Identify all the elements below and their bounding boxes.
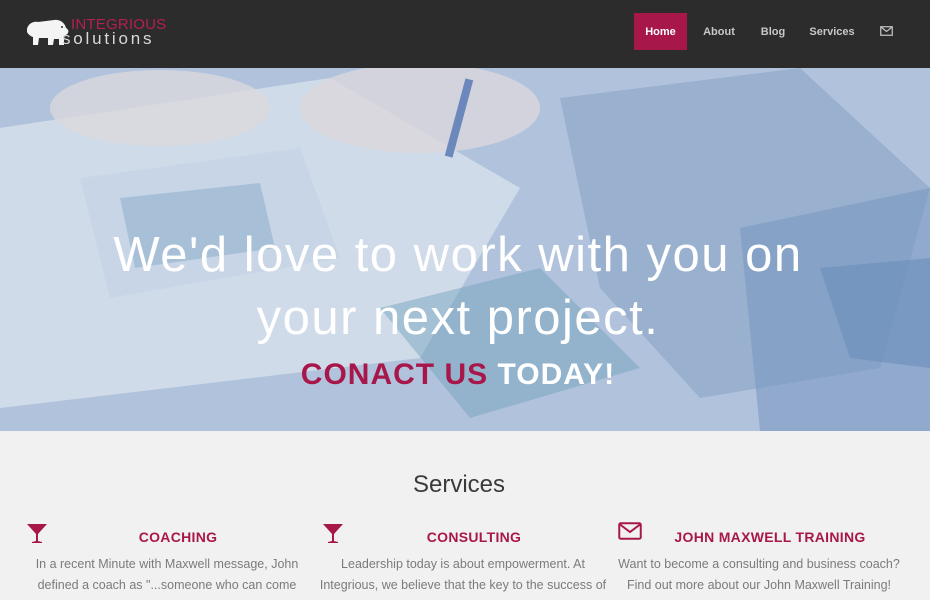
cta-today: TODAY! bbox=[497, 358, 616, 391]
service-description: In a recent Minute with Maxwell message,… bbox=[22, 554, 312, 596]
hero-banner: We'd love to work with you on your next … bbox=[0, 68, 930, 431]
services-title: Services bbox=[412, 471, 506, 498]
service-text-line: In a recent Minute with Maxwell message,… bbox=[35, 557, 299, 571]
nav-blog[interactable]: Blog bbox=[756, 13, 790, 50]
envelope-icon bbox=[879, 26, 893, 36]
service-heading[interactable]: JOHN MAXWELL TRAINING bbox=[644, 529, 896, 545]
service-consulting: CONSULTING Leadership today is about emp… bbox=[318, 518, 608, 600]
cocktail-glass-icon bbox=[27, 524, 47, 543]
site-logo[interactable]: INTEGRIOUS solutions bbox=[24, 15, 184, 49]
nav-about[interactable]: About bbox=[699, 13, 739, 50]
service-john-maxwell-training: JOHN MAXWELL TRAINING Want to become a c… bbox=[614, 518, 904, 600]
nav-services[interactable]: Services bbox=[806, 13, 858, 50]
site-header: INTEGRIOUS solutions Home About Blog Ser… bbox=[0, 0, 930, 68]
nav-mail[interactable] bbox=[874, 19, 898, 43]
service-text-line: Integrious, we believe that the key to t… bbox=[319, 578, 607, 592]
service-text-line: Leadership today is about empowerment. A… bbox=[341, 557, 585, 571]
logo-text-bottom: solutions bbox=[62, 29, 155, 48]
cta-contact-us: CONACT US bbox=[300, 358, 489, 391]
service-text-line: defined a coach as "...someone who can c… bbox=[37, 578, 297, 592]
service-heading[interactable]: CONSULTING bbox=[348, 529, 600, 545]
service-heading[interactable]: COACHING bbox=[52, 529, 304, 545]
service-description: Leadership today is about empowerment. A… bbox=[318, 554, 608, 596]
service-text-line: Want to become a consulting and business… bbox=[618, 557, 900, 571]
hero-headline-line2: your next project. bbox=[256, 291, 660, 345]
cocktail-glass-icon bbox=[323, 524, 343, 543]
envelope-icon bbox=[618, 522, 642, 540]
nav-home[interactable]: Home bbox=[634, 13, 687, 50]
service-text-line: Find out more about our John Maxwell Tra… bbox=[626, 578, 892, 592]
hero-cta[interactable]: CONACT US TODAY! bbox=[0, 358, 916, 392]
service-coaching: COACHING In a recent Minute with Maxwell… bbox=[22, 518, 312, 600]
hero-headline-line1: We'd love to work with you on bbox=[113, 228, 803, 282]
service-description: Want to become a consulting and business… bbox=[614, 554, 904, 596]
